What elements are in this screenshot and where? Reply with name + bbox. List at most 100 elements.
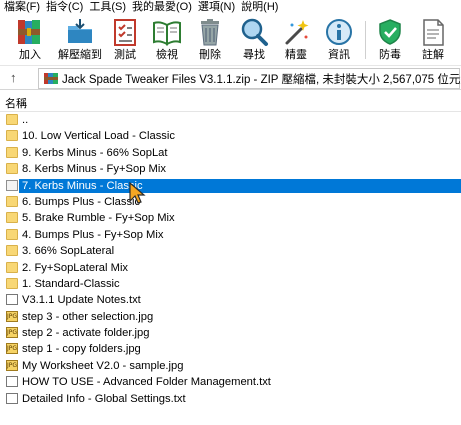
- list-item-name: My Worksheet V2.0 - sample.jpg: [22, 359, 184, 372]
- list-item[interactable]: HOW TO USE - Advanced Folder Management.…: [0, 374, 461, 390]
- menu-commands[interactable]: 指令(C): [43, 0, 86, 15]
- magnifier-icon: [241, 18, 268, 46]
- info-button-label: 資訊: [328, 49, 350, 61]
- menu-bar: 檔案(F) 指令(C) 工具(S) 我的最愛(O) 選項(N) 說明(H): [0, 0, 461, 15]
- archive-books-icon: [18, 20, 40, 44]
- image-file-icon: JPG: [6, 343, 18, 355]
- list-item-selected[interactable]: 7. Kerbs Minus - Classic: [0, 178, 461, 194]
- list-item-name: 2. Fy+SopLateral Mix: [22, 261, 129, 274]
- menu-favorites[interactable]: 我的最愛(O): [129, 0, 195, 15]
- list-item-name: ..: [22, 114, 29, 126]
- list-item-name: step 3 - other selection.jpg: [22, 310, 154, 323]
- toolbar: 加入 解壓縮到 測試 檢視 刪除 尋找 精靈 資訊 防毒 註解: [0, 15, 461, 66]
- list-item-name: step 1 - copy folders.jpg: [22, 343, 141, 356]
- test-button-label: 測試: [114, 49, 136, 61]
- info-button[interactable]: 資訊: [323, 17, 355, 63]
- comment-button[interactable]: 註解: [417, 17, 449, 63]
- folder-icon: [6, 163, 18, 175]
- image-file-icon: JPG: [6, 359, 18, 371]
- list-item[interactable]: JPG step 1 - copy folders.jpg: [0, 341, 461, 357]
- menu-tools[interactable]: 工具(S): [86, 0, 129, 15]
- zip-archive-icon: [44, 73, 58, 84]
- list-item[interactable]: JPG step 2 - activate folder.jpg: [0, 325, 461, 341]
- list-item[interactable]: 6. Bumps Plus - Classic: [0, 194, 461, 210]
- delete-button[interactable]: 刪除: [194, 17, 226, 63]
- folder-icon: [6, 146, 18, 158]
- checklist-icon: [114, 19, 136, 46]
- list-item[interactable]: JPG step 3 - other selection.jpg: [0, 309, 461, 325]
- extract-button[interactable]: 解壓縮到: [55, 17, 105, 63]
- add-button[interactable]: 加入: [12, 17, 48, 63]
- extract-folder-icon: [68, 19, 92, 43]
- view-button-label: 檢視: [156, 49, 178, 61]
- archive-path-text: Jack Spade Tweaker Files V3.1.1.zip - ZI…: [62, 74, 461, 86]
- archive-path-field[interactable]: Jack Spade Tweaker Files V3.1.1.zip - ZI…: [38, 68, 461, 89]
- comment-icon: [423, 19, 444, 46]
- list-item[interactable]: JPG My Worksheet V2.0 - sample.jpg: [0, 358, 461, 374]
- comment-button-label: 註解: [422, 49, 444, 61]
- list-item-name: 1. Standard-Classic: [22, 277, 120, 290]
- add-button-label: 加入: [19, 49, 41, 61]
- list-item-name: 10. Low Vertical Load - Classic: [22, 130, 175, 143]
- folder-icon: [6, 228, 18, 240]
- list-item-name: 8. Kerbs Minus - Fy+Sop Mix: [22, 163, 166, 176]
- text-file-icon: [6, 392, 18, 404]
- virus-scan-button-label: 防毒: [379, 49, 401, 61]
- open-book-icon: [153, 21, 181, 46]
- folder-icon: [6, 195, 18, 207]
- wizard-button[interactable]: 精靈: [280, 17, 312, 63]
- list-item-name: Detailed Info - Global Settings.txt: [22, 392, 186, 405]
- toolbar-separator: [365, 21, 366, 59]
- antivirus-icon: [379, 19, 401, 45]
- list-item[interactable]: 2. Fy+SopLateral Mix: [0, 260, 461, 276]
- image-file-icon: JPG: [6, 310, 18, 322]
- menu-file[interactable]: 檔案(F): [0, 0, 43, 15]
- menu-help[interactable]: 說明(H): [238, 0, 281, 15]
- list-item-name: 7. Kerbs Minus - Classic: [19, 178, 461, 193]
- list-item-name: 6. Bumps Plus - Classic: [22, 195, 141, 208]
- column-header-name-label: 名稱: [5, 98, 27, 110]
- column-header-name[interactable]: 名稱: [0, 92, 461, 112]
- file-list: .. 10. Low Vertical Load - Classic 9. Ke…: [0, 112, 461, 407]
- up-arrow-icon[interactable]: ↑: [10, 70, 17, 85]
- folder-icon: [6, 130, 18, 142]
- list-item[interactable]: Detailed Info - Global Settings.txt: [0, 391, 461, 407]
- list-item-name: 9. Kerbs Minus - 66% SopLat: [22, 146, 168, 159]
- find-button-label: 尋找: [243, 49, 265, 61]
- folder-icon: [6, 261, 18, 273]
- wizard-button-label: 精靈: [285, 49, 307, 61]
- info-icon: [326, 19, 352, 45]
- trash-can-icon: [201, 19, 219, 46]
- folder-icon: [6, 179, 18, 191]
- list-item[interactable]: V3.1.1 Update Notes.txt: [0, 292, 461, 308]
- menu-options[interactable]: 選項(N): [195, 0, 238, 15]
- list-item[interactable]: 3. 66% SopLateral: [0, 243, 461, 259]
- list-item[interactable]: 8. Kerbs Minus - Fy+Sop Mix: [0, 161, 461, 177]
- magic-wand-icon: [285, 20, 309, 45]
- list-item[interactable]: 10. Low Vertical Load - Classic: [0, 128, 461, 144]
- list-item-name: 3. 66% SopLateral: [22, 245, 115, 258]
- list-item[interactable]: 9. Kerbs Minus - 66% SopLat: [0, 145, 461, 161]
- test-button[interactable]: 測試: [110, 17, 140, 63]
- virus-scan-button[interactable]: 防毒: [374, 17, 406, 63]
- folder-icon: [6, 277, 18, 289]
- address-bar: ↑ Jack Spade Tweaker Files V3.1.1.zip - …: [0, 67, 461, 90]
- folder-icon: [6, 212, 18, 224]
- list-item-name: HOW TO USE - Advanced Folder Management.…: [22, 376, 271, 389]
- folder-icon: [6, 114, 18, 125]
- list-item-name: 4. Bumps Plus - Fy+Sop Mix: [22, 228, 164, 241]
- delete-button-label: 刪除: [199, 49, 221, 61]
- find-button[interactable]: 尋找: [238, 17, 270, 63]
- text-file-icon: [6, 294, 18, 306]
- list-item[interactable]: 5. Brake Rumble - Fy+Sop Mix: [0, 210, 461, 226]
- list-item-name: 5. Brake Rumble - Fy+Sop Mix: [22, 212, 175, 225]
- text-file-icon: [6, 376, 18, 388]
- mouse-cursor-icon: [129, 181, 146, 204]
- extract-button-label: 解壓縮到: [58, 49, 102, 61]
- list-item[interactable]: 1. Standard-Classic: [0, 276, 461, 292]
- list-item-name: step 2 - activate folder.jpg: [22, 327, 150, 340]
- list-item[interactable]: 4. Bumps Plus - Fy+Sop Mix: [0, 227, 461, 243]
- view-button[interactable]: 檢視: [150, 17, 184, 63]
- list-item-parent[interactable]: ..: [0, 112, 461, 128]
- scrollbar-corner: [449, 411, 461, 425]
